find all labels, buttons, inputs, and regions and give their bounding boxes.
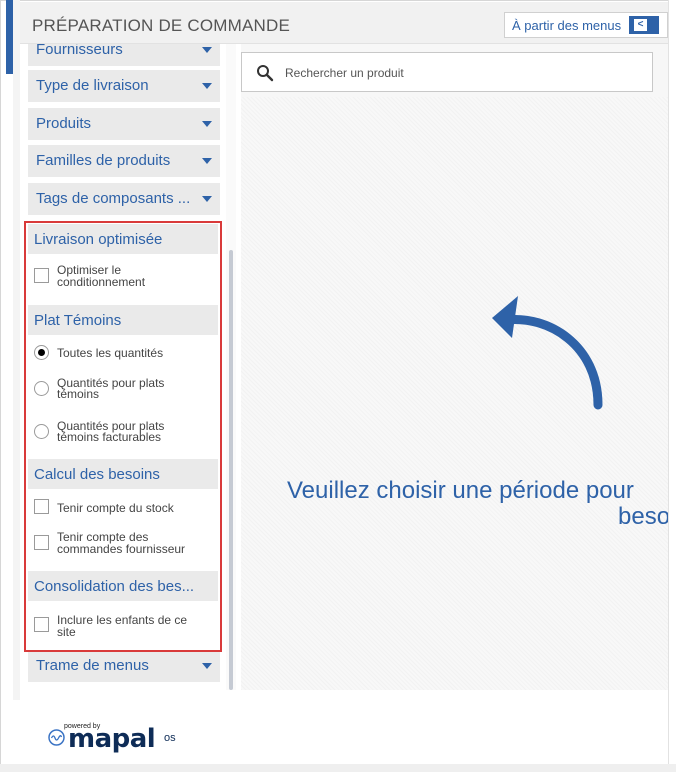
section-title: Plat Témoins	[34, 312, 122, 329]
filter-label: Trame de menus	[36, 657, 149, 674]
chevron-left-icon: <	[634, 19, 647, 31]
option-label: conditionnement	[57, 275, 146, 289]
caret-down-icon	[202, 196, 212, 202]
filter-label: Fournisseurs	[36, 44, 123, 58]
section-optimized-delivery: Livraison optimisée	[28, 224, 218, 254]
section-title: Livraison optimisée	[34, 231, 163, 248]
sidebar-scrollbar[interactable]	[229, 250, 233, 690]
filter-products[interactable]: Produits	[28, 108, 220, 140]
option-label: Toutes les quantités	[57, 346, 164, 360]
filter-label: Produits	[36, 115, 92, 132]
checkbox[interactable]	[34, 499, 49, 514]
page-title: PRÉPARATION DE COMMANDE	[32, 16, 291, 35]
accent-bar	[6, 0, 13, 74]
caret-down-icon	[202, 158, 212, 164]
empty-state-line1: Veuillez choisir une période pour	[287, 477, 634, 504]
mapal-logo-icon	[48, 729, 65, 746]
caret-down-icon	[202, 663, 212, 669]
radio-button[interactable]	[34, 424, 49, 439]
caret-down-icon	[202, 83, 212, 89]
caret-down-icon	[202, 121, 212, 127]
page-header: PRÉPARATION DE COMMANDE À partir des men…	[20, 2, 668, 44]
brand-suffix: os	[164, 732, 176, 744]
checkbox[interactable]	[34, 617, 49, 632]
right-edge	[668, 0, 676, 772]
option-label: Tenir compte du stock	[57, 501, 174, 515]
caret-down-icon	[202, 47, 212, 53]
filter-label: Tags de composants ...	[36, 190, 191, 207]
radio-button[interactable]	[34, 381, 49, 396]
brand-name: mapal	[68, 724, 156, 754]
option-label: témoins	[57, 387, 100, 401]
empty-state-message: Veuillez choisir une période pour beso	[241, 44, 668, 690]
checkbox[interactable]	[34, 268, 49, 283]
filter-product-families[interactable]: Familles de produits	[28, 145, 220, 177]
checkbox[interactable]	[34, 535, 49, 550]
left-gutter	[13, 0, 20, 700]
filter-component-tags[interactable]: Tags de composants ...	[28, 183, 220, 215]
bottom-strip	[0, 764, 676, 772]
option-label: Inclure les enfants de ce	[57, 613, 188, 627]
filter-label: Type de livraison	[36, 77, 149, 94]
from-menus-toggle[interactable]: À partir des menus <	[504, 12, 668, 38]
filter-suppliers[interactable]: Fournisseurs	[28, 44, 220, 66]
radio-button[interactable]	[34, 345, 49, 360]
section-needs-calc: Calcul des besoins	[28, 459, 218, 489]
option-label: commandes fournisseur	[57, 542, 186, 556]
option-label: site	[57, 625, 76, 639]
section-consolidation: Consolidation des bes...	[28, 571, 218, 601]
filter-delivery-type[interactable]: Type de livraison	[28, 70, 220, 102]
filter-menu-template[interactable]: Trame de menus	[28, 650, 220, 682]
section-witness-dish: Plat Témoins	[28, 305, 218, 335]
collapse-panel-button[interactable]: <	[629, 16, 659, 34]
footer-branding: powered by mapal os	[20, 700, 320, 760]
section-title: Consolidation des bes...	[34, 578, 195, 595]
option-label: témoins facturables	[57, 430, 162, 444]
filter-label: Familles de produits	[36, 152, 171, 169]
section-title: Calcul des besoins	[34, 466, 160, 483]
from-menus-label[interactable]: À partir des menus	[512, 18, 621, 33]
empty-state-line2: beso	[618, 503, 668, 530]
